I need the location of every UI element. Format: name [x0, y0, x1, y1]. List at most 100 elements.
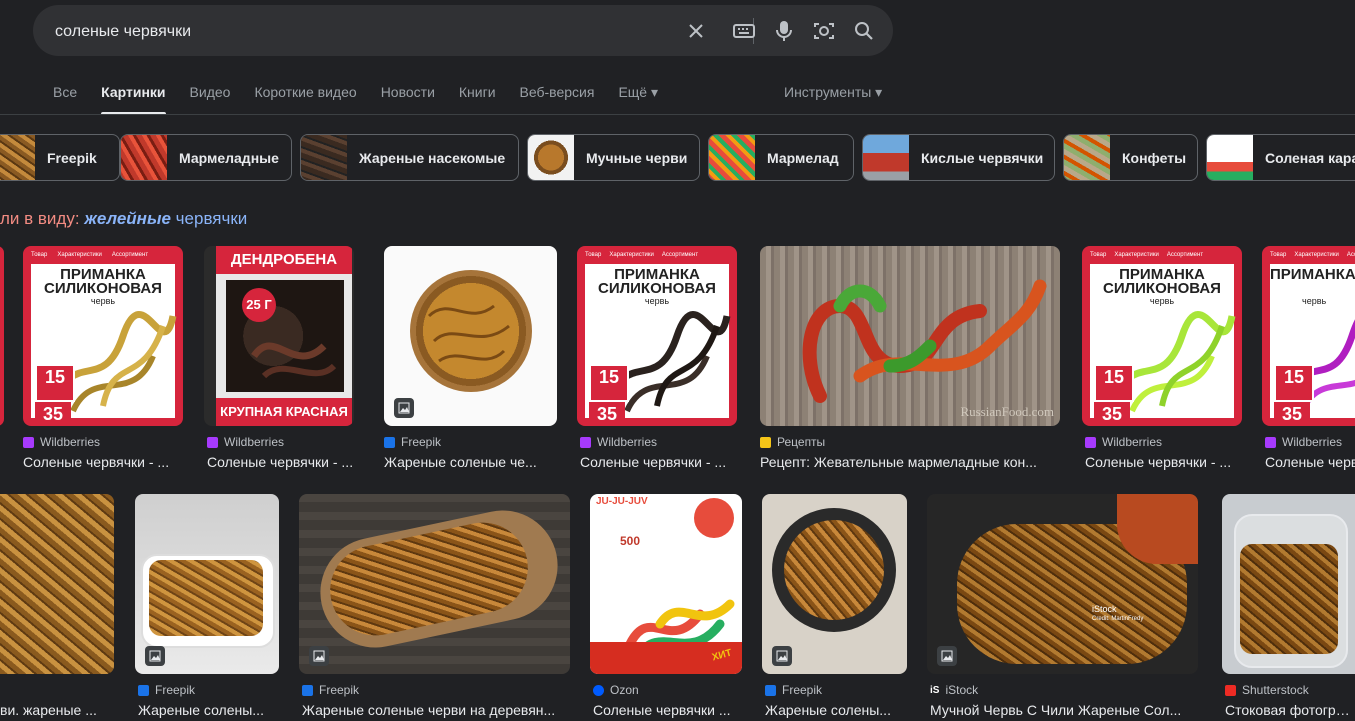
shutterstock-favicon	[1225, 684, 1236, 696]
image-card[interactable]: Freepik Жареные солены...	[762, 494, 907, 721]
image-card[interactable]: ви. жареные ...	[0, 494, 115, 721]
gummy-worms-graphic	[802, 279, 1047, 403]
chip-candy[interactable]: Конфеты	[1063, 134, 1198, 181]
image-card[interactable]: iStock Credit: MartinFredy iS iStock Мучн…	[927, 494, 1198, 721]
tab-more[interactable]: Ещё ▾	[618, 84, 658, 108]
search-icon[interactable]	[851, 18, 877, 44]
tab-images[interactable]: Картинки	[101, 84, 166, 115]
source-name: iStock	[945, 683, 979, 697]
source-label: Freepik	[302, 683, 359, 697]
result-title[interactable]: Соленые червячки - ...	[207, 454, 357, 470]
source-label: Shutterstock	[1225, 683, 1309, 697]
source-name: Freepik	[319, 683, 360, 697]
image-badge-icon	[309, 646, 329, 666]
chip-thumbnail	[528, 135, 574, 180]
chip-thumbnail	[301, 135, 347, 180]
result-title[interactable]: Мучной Червь С Чили Жареные Сол...	[930, 702, 1198, 718]
chip-thumbnail	[121, 135, 167, 180]
image-card[interactable]: Freepik Жареные солены...	[135, 494, 280, 721]
image-card[interactable]: Товар Характеристики Ассортимент ПРИМАНК…	[23, 246, 183, 486]
chip-salted-caramel[interactable]: Соленая карамель	[1206, 134, 1355, 181]
result-title[interactable]: Соленые червячки - ...	[1085, 454, 1240, 470]
image-card[interactable]: ДЕНДРОБЕНА 25 Г КРУПНАЯ КРАСНАЯ Wildberr…	[204, 246, 364, 486]
tab-news[interactable]: Новости	[381, 84, 435, 108]
image-card[interactable]: Shutterstock Стоковая фотогра...	[1222, 494, 1355, 721]
size-badge: 35	[1274, 402, 1310, 426]
result-title[interactable]: Соленые червячки - ...	[580, 454, 735, 470]
result-title[interactable]: Соленые червячки ...	[593, 702, 741, 718]
image-card[interactable]: Товар Характеристики Ассортимент ПРИМАНК…	[1262, 246, 1355, 486]
image-card[interactable]: Freepik Жареные соленые черви на деревян…	[299, 494, 570, 721]
search-input[interactable]	[53, 5, 677, 58]
result-title[interactable]: Жареные соленые че...	[384, 454, 557, 470]
search-tabs: Все Картинки Видео Короткие видео Новост…	[53, 84, 658, 115]
result-title[interactable]: Жареные солены...	[138, 702, 278, 718]
watermark: iStock	[1092, 604, 1117, 614]
source-label: Wildberries	[1265, 435, 1342, 449]
keyboard-icon[interactable]	[731, 18, 757, 44]
result-title[interactable]: ви. жареные ...	[0, 702, 112, 718]
chip-thumbnail	[863, 135, 909, 180]
result-title[interactable]: Соленые черв	[1265, 454, 1355, 470]
chip-freepik[interactable]: Freepik	[0, 134, 120, 181]
result-image: Товар Характеристики Ассортимент ПРИМАНК…	[1262, 246, 1355, 426]
microphone-icon[interactable]	[771, 18, 797, 44]
source-name: Shutterstock	[1242, 683, 1309, 697]
image-badge-icon	[145, 646, 165, 666]
chip-mealworms[interactable]: Мучные черви	[527, 134, 700, 181]
image-badge-icon	[937, 646, 957, 666]
freepik-favicon	[302, 684, 313, 696]
result-title[interactable]: Жареные солены...	[765, 702, 905, 718]
chip-marmalade[interactable]: Мармелад	[708, 134, 854, 181]
tab-books[interactable]: Книги	[459, 84, 496, 108]
result-title[interactable]: Жареные соленые черви на деревян...	[302, 702, 570, 718]
source-name: Wildberries	[1282, 435, 1343, 449]
did-you-mean-link[interactable]: желейные червячки	[84, 209, 247, 228]
image-card[interactable]: Freepik Жареные соленые че...	[384, 246, 557, 486]
source-label: Freepik	[765, 683, 822, 697]
wildberries-favicon	[1265, 436, 1276, 448]
bar-label: Товар	[585, 252, 602, 258]
bar-label: Характеристики	[609, 252, 654, 258]
result-title[interactable]: Рецепт: Жевательные мармеладные кон...	[760, 454, 1058, 470]
product-sub: червь	[90, 296, 116, 306]
chip-sour-worms[interactable]: Кислые червячки	[862, 134, 1055, 181]
image-card-partial[interactable]	[0, 246, 4, 426]
tools-button[interactable]: Инструменты ▾	[784, 84, 882, 101]
tabs-divider	[0, 114, 1355, 115]
chip-thumbnail	[0, 135, 35, 180]
chip-marmalade-worms[interactable]: Мармеладные	[120, 134, 292, 181]
image-card[interactable]: Товар Характеристики Ассортимент ПРИМАНК…	[577, 246, 737, 486]
lens-camera-icon[interactable]	[811, 18, 837, 44]
wildberries-favicon	[207, 436, 218, 448]
bar-label: Ассортимент	[661, 252, 699, 258]
tab-all[interactable]: Все	[53, 84, 77, 108]
did-you-mean-bold: желейные	[84, 209, 171, 228]
bar-label: Ассортимент	[111, 252, 149, 258]
bar-label: Товар	[31, 252, 48, 258]
tab-web[interactable]: Веб-версия	[520, 84, 595, 108]
product-heading: ПРИМАНКА СИЛИКОНОВАЯ	[1103, 266, 1221, 297]
product-heading: ПРИМАНКА СИЛИКОНОВАЯ	[1270, 268, 1355, 282]
result-image	[299, 494, 570, 674]
tab-short-video[interactable]: Короткие видео	[254, 84, 356, 108]
source-name: Freepik	[782, 683, 823, 697]
image-card[interactable]: Товар Характеристики Ассортимент ПРИМАНК…	[1082, 246, 1242, 486]
search-bar[interactable]	[33, 5, 893, 58]
image-card[interactable]: RussianFood.com Рецепты Рецепт: Жеватель…	[760, 246, 1060, 486]
result-title[interactable]: Соленые червячки - ...	[23, 454, 183, 470]
weight-badge: 25 Г	[242, 288, 276, 322]
chip-fried-insects[interactable]: Жареные насекомые	[300, 134, 519, 181]
image-card[interactable]: JU-JU-JUV 500 ХИТ Ozon Соленые червячки …	[590, 494, 742, 721]
result-image: Товар Характеристики Ассортимент ПРИМАНК…	[23, 246, 183, 426]
clear-icon[interactable]	[683, 18, 709, 44]
watermark: RussianFood.com	[960, 404, 1054, 419]
wildberries-favicon	[580, 436, 591, 448]
result-title[interactable]: Стоковая фотогра...	[1225, 702, 1355, 718]
tab-video[interactable]: Видео	[190, 84, 231, 108]
chip-thumbnail	[1207, 135, 1253, 180]
result-image: Товар Характеристики Ассортимент ПРИМАНК…	[577, 246, 737, 426]
source-name: Wildberries	[1102, 435, 1163, 449]
result-image: iStock Credit: MartinFredy	[927, 494, 1198, 674]
result-image: RussianFood.com	[760, 246, 1060, 426]
